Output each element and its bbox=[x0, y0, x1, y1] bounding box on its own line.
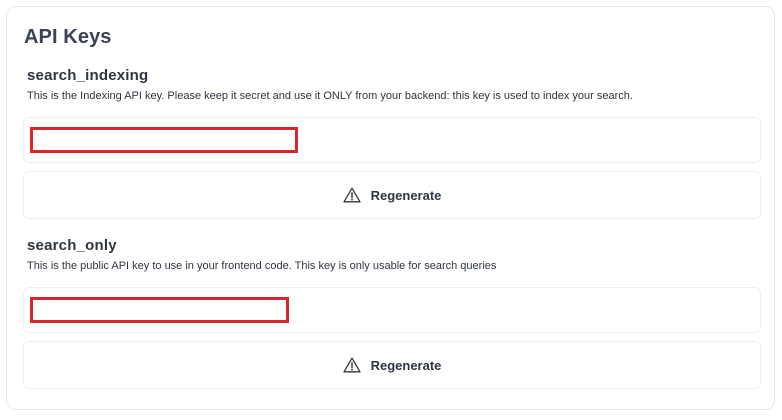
card-title: API Keys bbox=[24, 26, 112, 48]
key-name: search_only bbox=[27, 237, 117, 254]
redacted-key-box bbox=[30, 297, 289, 323]
warning-icon bbox=[342, 357, 361, 373]
key-name: search_indexing bbox=[27, 67, 149, 84]
redacted-key-box bbox=[30, 127, 298, 153]
regenerate-label: Regenerate bbox=[370, 357, 442, 373]
regenerate-button[interactable]: Regenerate bbox=[23, 171, 761, 219]
key-description: This is the Indexing API key. Please kee… bbox=[27, 90, 633, 102]
key-description: This is the public API key to use in you… bbox=[27, 260, 497, 272]
warning-icon bbox=[342, 187, 361, 203]
regenerate-button[interactable]: Regenerate bbox=[23, 341, 761, 389]
api-key-field[interactable] bbox=[23, 287, 761, 333]
regenerate-label: Regenerate bbox=[370, 187, 442, 203]
api-key-field[interactable] bbox=[23, 117, 761, 163]
api-keys-card: API Keys search_indexing This is the Ind… bbox=[6, 6, 775, 410]
